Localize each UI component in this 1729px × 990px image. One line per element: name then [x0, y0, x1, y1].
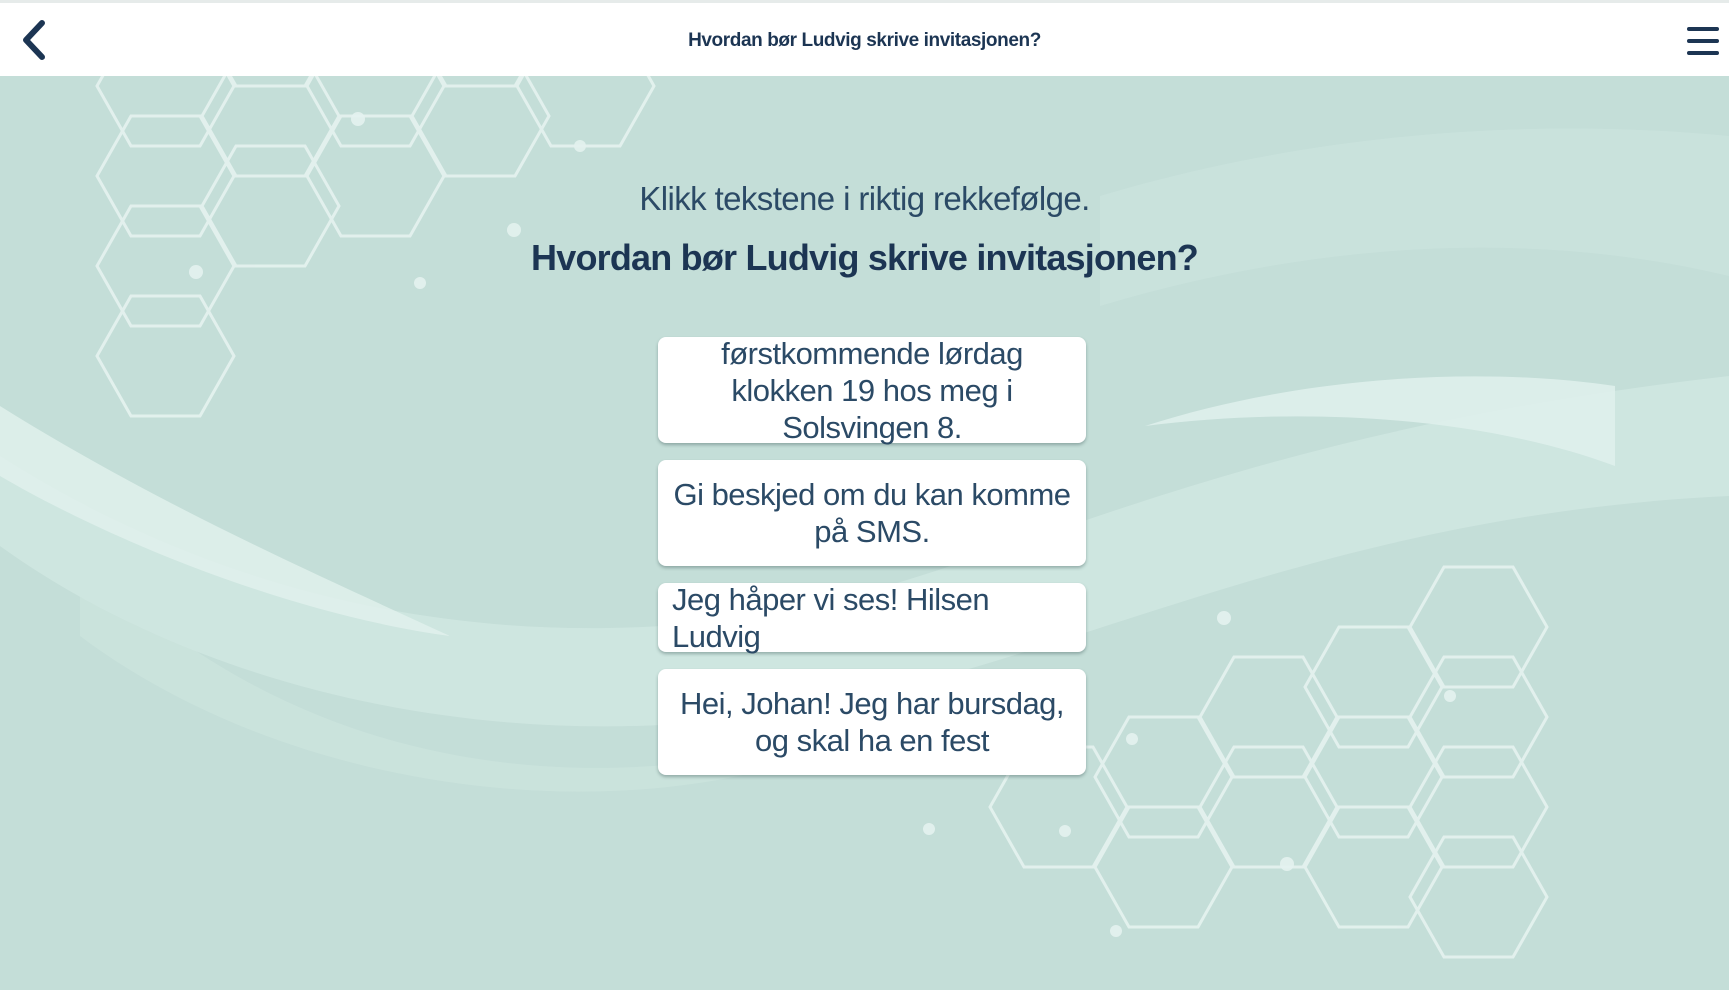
hamburger-menu-icon	[1687, 27, 1719, 55]
exercise-area: Klikk tekstene i riktig rekkefølge. Hvor…	[0, 76, 1729, 990]
answer-option[interactable]: Gi beskjed om du kan komme på SMS.	[658, 460, 1086, 566]
answer-option[interactable]: førstkommende lørdag klokken 19 hos meg …	[658, 336, 1086, 445]
menu-button[interactable]	[1683, 21, 1723, 61]
question-heading: Hvordan bør Ludvig skrive invitasjonen?	[531, 237, 1199, 278]
instruction-text: Klikk tekstene i riktig rekkefølge.	[639, 180, 1090, 217]
answer-option[interactable]: Hei, Johan! Jeg har bursdag, og skal ha …	[658, 669, 1086, 775]
page-title: Hvordan bør Ludvig skrive invitasjonen?	[688, 30, 1041, 51]
top-bar: Hvordan bør Ludvig skrive invitasjonen?	[0, 0, 1729, 76]
answer-option[interactable]: Jeg håper vi ses! Hilsen Ludvig	[658, 582, 1086, 654]
